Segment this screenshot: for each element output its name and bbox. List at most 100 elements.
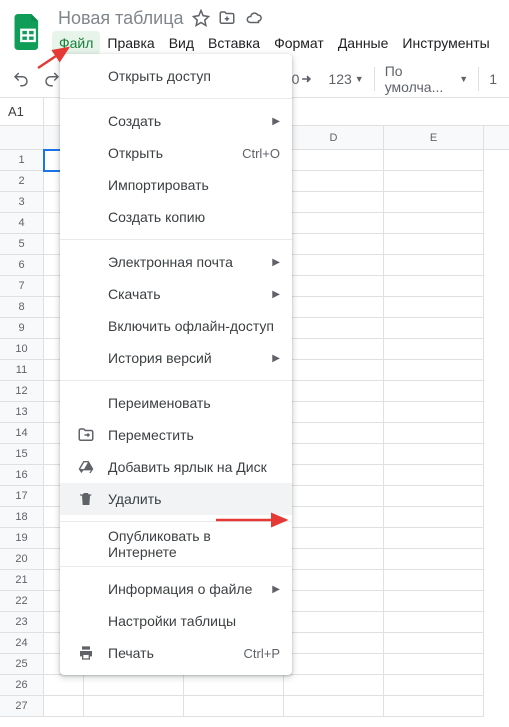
menu-open[interactable]: Открыть Ctrl+O	[60, 137, 292, 169]
menu-insert[interactable]: Вставка	[201, 31, 267, 55]
menu-add-shortcut[interactable]: Добавить ярлык на Диск	[60, 451, 292, 483]
cell[interactable]	[384, 528, 484, 549]
cell[interactable]	[284, 192, 384, 213]
row-header[interactable]: 22	[0, 591, 44, 612]
cell[interactable]	[284, 507, 384, 528]
cell[interactable]	[384, 591, 484, 612]
cell[interactable]	[384, 444, 484, 465]
row-header[interactable]: 18	[0, 507, 44, 528]
cell[interactable]	[284, 654, 384, 675]
cell[interactable]	[384, 402, 484, 423]
row-header[interactable]: 11	[0, 360, 44, 381]
menu-new[interactable]: Создать ▶	[60, 105, 292, 137]
cell[interactable]	[384, 675, 484, 696]
cell[interactable]	[384, 360, 484, 381]
menu-print[interactable]: Печать Ctrl+P	[60, 637, 292, 669]
menu-data[interactable]: Данные	[331, 31, 396, 55]
cell[interactable]	[284, 150, 384, 171]
sheets-logo[interactable]	[8, 12, 48, 52]
cell[interactable]	[284, 360, 384, 381]
cell[interactable]	[384, 570, 484, 591]
document-title[interactable]: Новая таблица	[58, 8, 184, 29]
cell[interactable]	[284, 297, 384, 318]
row-header[interactable]: 21	[0, 570, 44, 591]
cell[interactable]	[384, 423, 484, 444]
menu-settings[interactable]: Настройки таблицы	[60, 605, 292, 637]
cell[interactable]	[284, 612, 384, 633]
menu-tools[interactable]: Инструменты	[395, 31, 496, 55]
menu-delete[interactable]: Удалить	[60, 483, 292, 515]
cell[interactable]	[384, 507, 484, 528]
menu-format[interactable]: Формат	[267, 31, 331, 55]
col-header-D[interactable]: D	[284, 126, 384, 149]
menu-rename[interactable]: Переименовать	[60, 387, 292, 419]
cell[interactable]	[284, 444, 384, 465]
cell[interactable]	[384, 150, 484, 171]
menu-version-history[interactable]: История версий ▶	[60, 342, 292, 374]
row-header[interactable]: 12	[0, 381, 44, 402]
row-header[interactable]: 15	[0, 444, 44, 465]
cell[interactable]	[284, 381, 384, 402]
menu-edit[interactable]: Правка	[100, 31, 161, 55]
row-header[interactable]: 16	[0, 465, 44, 486]
row-header[interactable]: 23	[0, 612, 44, 633]
cell[interactable]	[284, 549, 384, 570]
font-select[interactable]: По умолча... ▼	[374, 67, 480, 91]
undo-icon[interactable]	[8, 66, 33, 92]
row-header[interactable]: 1	[0, 150, 44, 171]
row-header[interactable]: 25	[0, 654, 44, 675]
cell[interactable]	[384, 486, 484, 507]
cell[interactable]	[384, 297, 484, 318]
menu-file[interactable]: Файл	[52, 31, 100, 55]
cell[interactable]	[384, 339, 484, 360]
cell[interactable]	[44, 675, 84, 696]
row-header[interactable]: 19	[0, 528, 44, 549]
cell[interactable]	[384, 213, 484, 234]
cell[interactable]	[184, 696, 284, 717]
row-header[interactable]: 24	[0, 633, 44, 654]
menu-details[interactable]: Информация о файле ▶	[60, 573, 292, 605]
cell[interactable]	[284, 402, 384, 423]
cell[interactable]	[384, 234, 484, 255]
cell[interactable]	[284, 234, 384, 255]
row-header[interactable]: 2	[0, 171, 44, 192]
number-format-button[interactable]: 123 ▼	[324, 71, 367, 87]
row-header[interactable]: 10	[0, 339, 44, 360]
row-header[interactable]: 6	[0, 255, 44, 276]
cell[interactable]	[284, 633, 384, 654]
cell[interactable]	[384, 633, 484, 654]
row-header[interactable]: 20	[0, 549, 44, 570]
cell[interactable]	[184, 675, 284, 696]
menu-make-copy[interactable]: Создать копию	[60, 201, 292, 233]
cell[interactable]	[284, 318, 384, 339]
move-to-folder-icon[interactable]	[218, 9, 236, 27]
menu-view[interactable]: Вид	[162, 31, 201, 55]
row-header[interactable]: 17	[0, 486, 44, 507]
cell[interactable]	[284, 276, 384, 297]
row-header[interactable]: 8	[0, 297, 44, 318]
menu-move[interactable]: Переместить	[60, 419, 292, 451]
star-icon[interactable]	[192, 9, 210, 27]
cell[interactable]	[84, 696, 184, 717]
menu-import[interactable]: Импортировать	[60, 169, 292, 201]
menu-email[interactable]: Электронная почта ▶	[60, 246, 292, 278]
name-box[interactable]: A1	[0, 98, 44, 125]
cell[interactable]	[284, 171, 384, 192]
cell[interactable]	[284, 486, 384, 507]
cell[interactable]	[384, 171, 484, 192]
cell[interactable]	[284, 339, 384, 360]
row-header[interactable]: 26	[0, 675, 44, 696]
select-all-corner[interactable]	[0, 126, 44, 149]
cloud-status-icon[interactable]	[244, 9, 264, 27]
cell[interactable]	[284, 255, 384, 276]
menu-offline[interactable]: Включить офлайн-доступ	[60, 310, 292, 342]
col-header-E[interactable]: E	[384, 126, 484, 149]
row-header[interactable]: 5	[0, 234, 44, 255]
cell[interactable]	[284, 570, 384, 591]
cell[interactable]	[84, 675, 184, 696]
cell[interactable]	[284, 213, 384, 234]
cell[interactable]	[384, 696, 484, 717]
cell[interactable]	[384, 192, 484, 213]
row-header[interactable]: 27	[0, 696, 44, 717]
cell[interactable]	[384, 612, 484, 633]
